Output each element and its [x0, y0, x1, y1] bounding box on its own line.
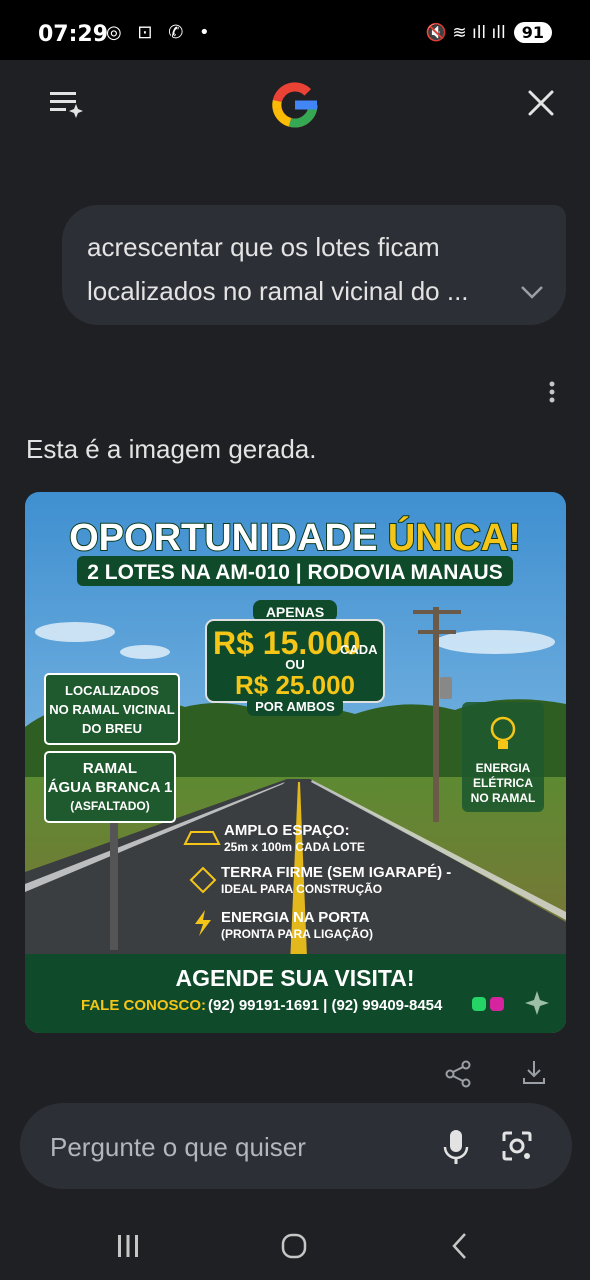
user-message-line-2: localizados no ramal vicinal do ... [87, 276, 469, 306]
ramal-line-3: (ASFALTADO) [70, 799, 150, 813]
microphone-icon [443, 1130, 469, 1164]
prompt-input[interactable] [50, 1129, 410, 1165]
notification-icons: ◎ ⊡ ✆ • [106, 22, 215, 43]
prompt-input-box [20, 1103, 572, 1189]
download-button[interactable] [520, 1058, 548, 1086]
ramal-line-2: ÁGUA BRANCA 1 [48, 779, 173, 796]
history-menu-icon[interactable] [46, 84, 86, 124]
image-subtitle: 2 LOTES NA AM-010 | RODOVIA MANAUS [87, 561, 502, 584]
price-main-suffix: CADA [340, 642, 378, 657]
energy-line-2: ELÉTRICA [473, 775, 533, 790]
close-icon [528, 90, 554, 116]
microphone-button[interactable] [440, 1127, 472, 1167]
response-text: Esta é a imagem gerada. [26, 434, 317, 464]
share-button[interactable] [444, 1060, 472, 1088]
instagram-icon [490, 997, 504, 1011]
feature-1-detail: 25m x 100m CADA LOTE [224, 840, 365, 854]
energy-line-1: ENERGIA [476, 761, 531, 775]
google-lens-icon [502, 1131, 532, 1161]
location-line-3: DO BREU [82, 721, 142, 736]
system-icons: 🔇 ≋ ıll ıll 91 [426, 22, 552, 43]
user-message-line-1: acrescentar que os lotes ficam [87, 232, 440, 262]
feature-2-detail: IDEAL PARA CONSTRUÇÃO [221, 881, 382, 896]
google-logo [268, 78, 322, 132]
recent-apps-button[interactable] [114, 1233, 142, 1259]
recent-apps-icon [118, 1235, 138, 1257]
download-icon [523, 1061, 545, 1084]
google-lens-button[interactable] [500, 1129, 534, 1163]
system-nav-bar [0, 1215, 590, 1280]
feature-3-title: ENERGIA NA PORTA [221, 909, 370, 926]
feature-2-title: TERRA FIRME (SEM IGARAPÉ) - [221, 864, 451, 881]
generated-image[interactable]: OPORTUNIDADE ÚNICA! 2 LOTES NA AM-010 | … [25, 492, 566, 1033]
price-both: R$ 25.000 [235, 670, 355, 700]
cta-text: AGENDE SUA VISITA! [176, 965, 415, 991]
sign-post [110, 820, 118, 950]
battery-indicator: 91 [513, 22, 552, 43]
close-button[interactable] [522, 84, 560, 122]
back-icon [452, 1233, 466, 1259]
more-options-button[interactable] [538, 380, 566, 406]
ramal-line-1: RAMAL [83, 760, 137, 777]
power-pole [433, 607, 439, 822]
feature-3-detail: (PRONTA PARA LIGAÇÃO) [221, 926, 373, 941]
svg-text:OPORTUNIDADE ÚNICA!: OPORTUNIDADE ÚNICA! [69, 515, 521, 559]
contact-numbers: (92) 99191-1691 | (92) 99409-8454 [208, 997, 443, 1014]
image-title-part1: OPORTUNIDADE [69, 517, 377, 559]
user-message-bubble[interactable]: acrescentar que os lotes ficam localizad… [62, 205, 566, 325]
signal-icons: 🔇 ≋ ıll ıll [425, 22, 506, 43]
back-button[interactable] [448, 1231, 472, 1261]
image-title-part2: ÚNICA! [388, 515, 521, 559]
status-bar: 07:29 ◎ ⊡ ✆ • 🔇 ≋ ıll ıll 91 [0, 0, 590, 60]
more-vert-icon [549, 381, 555, 403]
location-line-1: LOCALIZADOS [65, 683, 159, 698]
home-icon [281, 1233, 307, 1259]
status-time: 07:29 [38, 22, 109, 47]
home-button[interactable] [280, 1232, 308, 1260]
price-both-label: POR AMBOS [255, 699, 335, 714]
expand-chevron-icon[interactable] [518, 282, 546, 302]
price-main: R$ 15.000 [213, 625, 361, 661]
whatsapp-icon [472, 997, 486, 1011]
feature-1-title: AMPLO ESPAÇO: [224, 822, 350, 839]
share-icon [445, 1060, 471, 1088]
contact-label: FALE CONOSCO: [81, 997, 206, 1014]
price-label-top: APENAS [266, 604, 324, 620]
energy-line-3: NO RAMAL [471, 791, 536, 805]
location-line-2: NO RAMAL VICINAL [49, 702, 174, 717]
